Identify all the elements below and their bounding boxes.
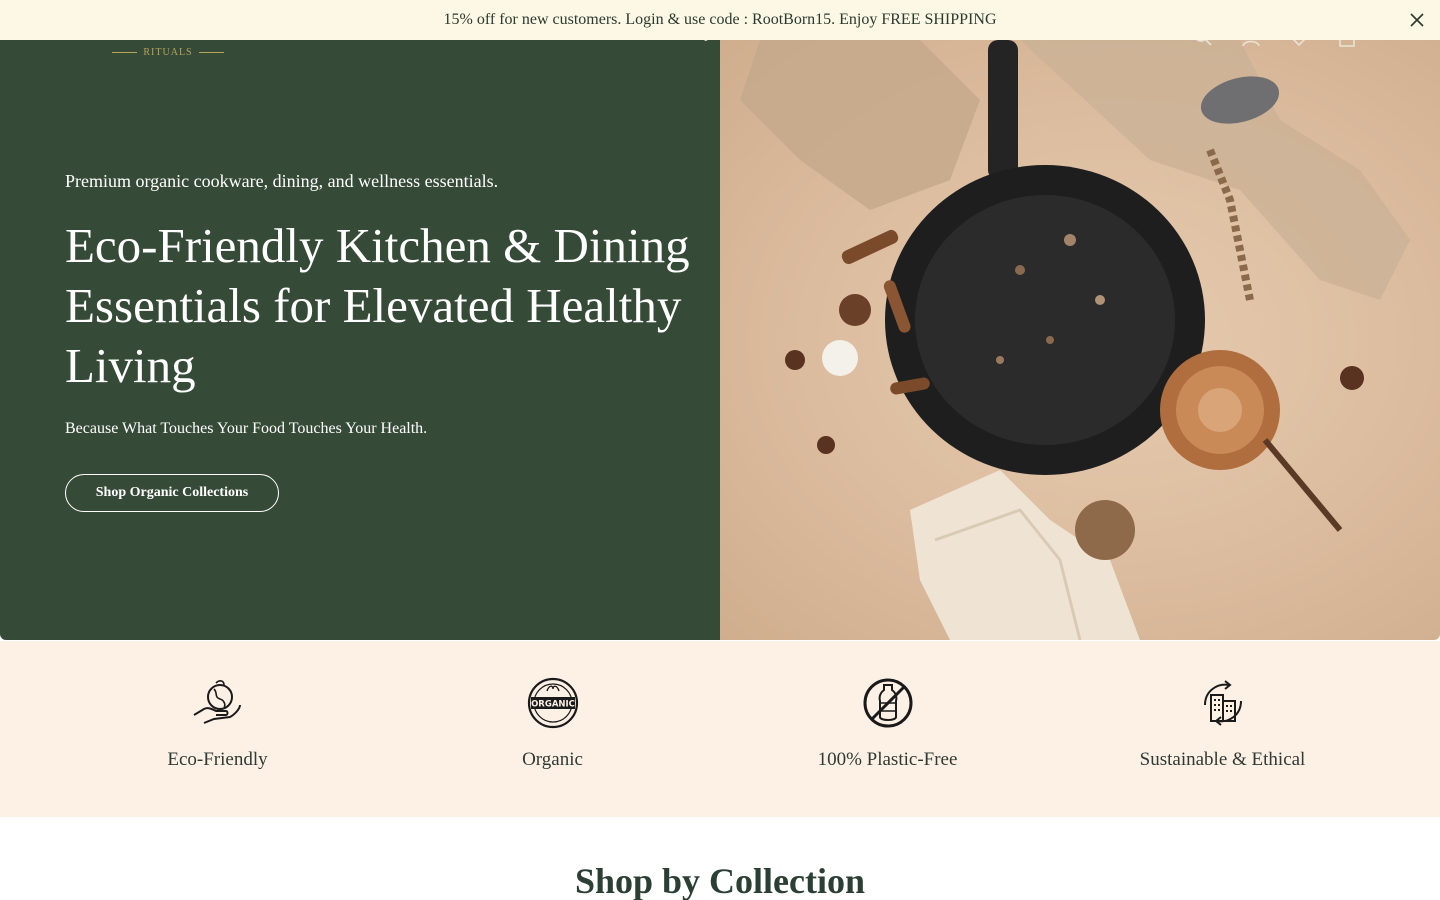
logo-divider-left xyxy=(112,51,138,53)
feature-label: 100% Plastic-Free xyxy=(817,749,958,770)
feature-label: Organic xyxy=(522,749,583,770)
announcement-bar: 15% off for new customers. Login & use c… xyxy=(0,0,1440,40)
shop-by-collection-heading: Shop by Collection xyxy=(574,861,866,900)
hero-tagline: Because What Touches Your Food Touches Y… xyxy=(65,420,428,437)
feature-sustainable: Sustainable & Ethical xyxy=(1055,641,1390,817)
announcement-text: 15% off for new customers. Login & use c… xyxy=(443,11,997,28)
hero-image xyxy=(720,40,1440,640)
no-plastic-bottle-icon xyxy=(860,675,916,731)
logo-subtitle: RITUALS xyxy=(143,46,193,58)
feature-eco-friendly: Eco-Friendly xyxy=(50,641,385,817)
feature-label: Sustainable & Ethical xyxy=(1139,749,1306,770)
svg-text:ORGANIC: ORGANIC xyxy=(531,700,575,710)
shop-organic-collections-button[interactable]: Shop Organic Collections xyxy=(65,474,279,512)
close-icon[interactable] xyxy=(1406,9,1428,31)
hero-image-illustration xyxy=(740,40,1410,640)
sustainable-building-icon xyxy=(1195,675,1251,731)
hero-title: Eco-Friendly Kitchen & Dining Essentials… xyxy=(65,218,690,393)
feature-label: Eco-Friendly xyxy=(167,749,268,770)
hand-globe-icon xyxy=(190,675,246,731)
logo[interactable]: RITUALS xyxy=(112,45,225,59)
logo-divider-right xyxy=(198,51,225,53)
hero-text-panel: Premium organic cookware, dining, and we… xyxy=(0,40,720,640)
feature-plastic-free: 100% Plastic-Free xyxy=(720,641,1055,817)
hero-section: Premium organic cookware, dining, and we… xyxy=(0,40,1440,640)
features-strip: Eco-Friendly ORGANIC Organic 100% Plasti… xyxy=(0,641,1440,817)
organic-badge-icon: ORGANIC xyxy=(525,675,581,731)
feature-organic: ORGANIC Organic xyxy=(385,641,720,817)
hero-subtitle: Premium organic cookware, dining, and we… xyxy=(65,171,499,191)
